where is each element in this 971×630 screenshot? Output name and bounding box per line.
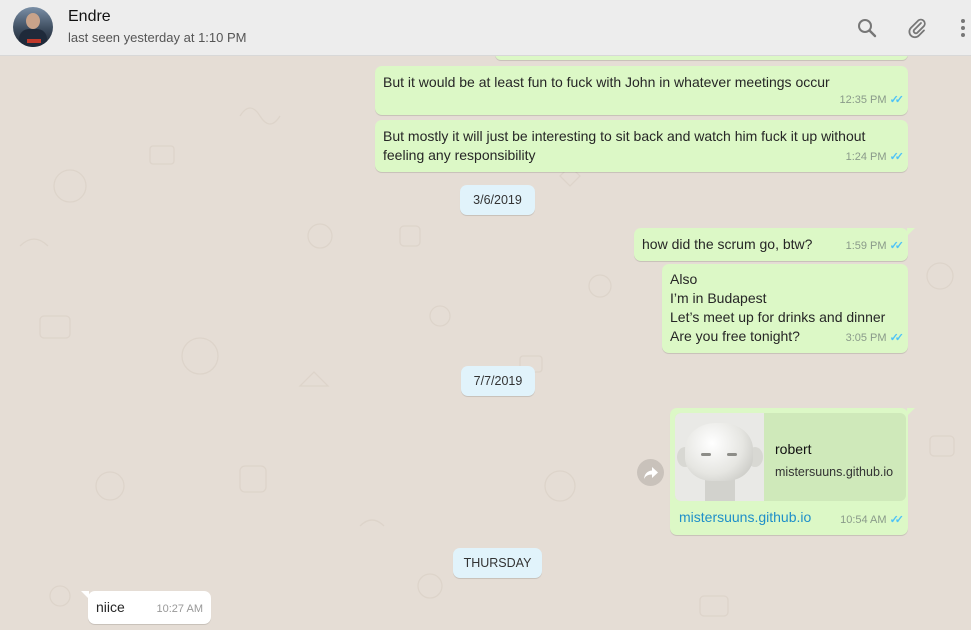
search-icon[interactable]	[854, 15, 880, 41]
menu-icon[interactable]	[955, 15, 971, 41]
link-thumbnail-image	[675, 413, 764, 501]
message-bubble-incoming[interactable]: niice 10:27 AM	[81, 591, 211, 624]
chat-header: Endre last seen yesterday at 1:10 PM	[0, 0, 971, 56]
message-time: 12:35 PM	[839, 94, 887, 106]
message-time: 1:24 PM	[845, 151, 887, 163]
message-bubble-outgoing-partial	[495, 56, 908, 60]
contact-name[interactable]: Endre	[68, 8, 111, 26]
message-time: 10:27 AM	[156, 603, 203, 615]
message-time: 1:59 PM	[845, 240, 887, 252]
contact-avatar[interactable]	[13, 7, 53, 47]
message-meta: 1:59 PM ✓✓	[845, 237, 905, 256]
read-receipt-icon: ✓✓	[889, 240, 905, 252]
read-receipt-icon: ✓✓	[889, 151, 905, 163]
message-meta: 10:27 AM	[157, 600, 203, 619]
message-bubble-outgoing[interactable]: But mostly it will just be interesting t…	[375, 120, 908, 172]
date-divider: 3/6/2019	[460, 185, 535, 215]
message-meta: 3:05 PM ✓✓	[845, 329, 905, 348]
read-receipt-icon: ✓✓	[889, 332, 905, 344]
message-bubble-outgoing[interactable]: But it would be at least fun to fuck wit…	[375, 66, 908, 115]
message-meta: 10:54 AM ✓✓	[840, 511, 905, 530]
message-link[interactable]: mistersuuns.github.io	[679, 508, 811, 527]
link-preview-message[interactable]: robert mistersuuns.github.io mistersuuns…	[670, 408, 915, 535]
read-receipt-icon: ✓✓	[889, 514, 905, 526]
message-time: 3:05 PM	[845, 332, 887, 344]
message-bubble-outgoing[interactable]: how did the scrum go, btw? 1:59 PM ✓✓	[634, 228, 915, 261]
message-meta: 1:24 PM ✓✓	[845, 148, 905, 167]
date-divider: THURSDAY	[453, 548, 542, 578]
link-preview-title: robert	[775, 441, 812, 457]
link-preview-card[interactable]: robert mistersuuns.github.io	[675, 413, 906, 501]
message-meta: 12:35 PM ✓✓	[839, 91, 905, 110]
message-bubble-outgoing[interactable]: Also I’m in Budapest Let’s meet up for d…	[662, 264, 908, 353]
attach-icon[interactable]	[904, 15, 930, 41]
message-time: 10:54 AM	[840, 514, 887, 526]
message-list[interactable]: But it would be at least fun to fuck wit…	[0, 56, 971, 630]
date-divider: 7/7/2019	[461, 366, 535, 396]
message-text: But mostly it will just be interesting t…	[383, 128, 866, 163]
read-receipt-icon: ✓✓	[889, 94, 905, 106]
link-preview-domain: mistersuuns.github.io	[775, 465, 894, 479]
message-text: But it would be at least fun to fuck wit…	[383, 74, 830, 90]
forward-icon[interactable]	[637, 459, 664, 486]
last-seen-status: last seen yesterday at 1:10 PM	[68, 30, 247, 45]
